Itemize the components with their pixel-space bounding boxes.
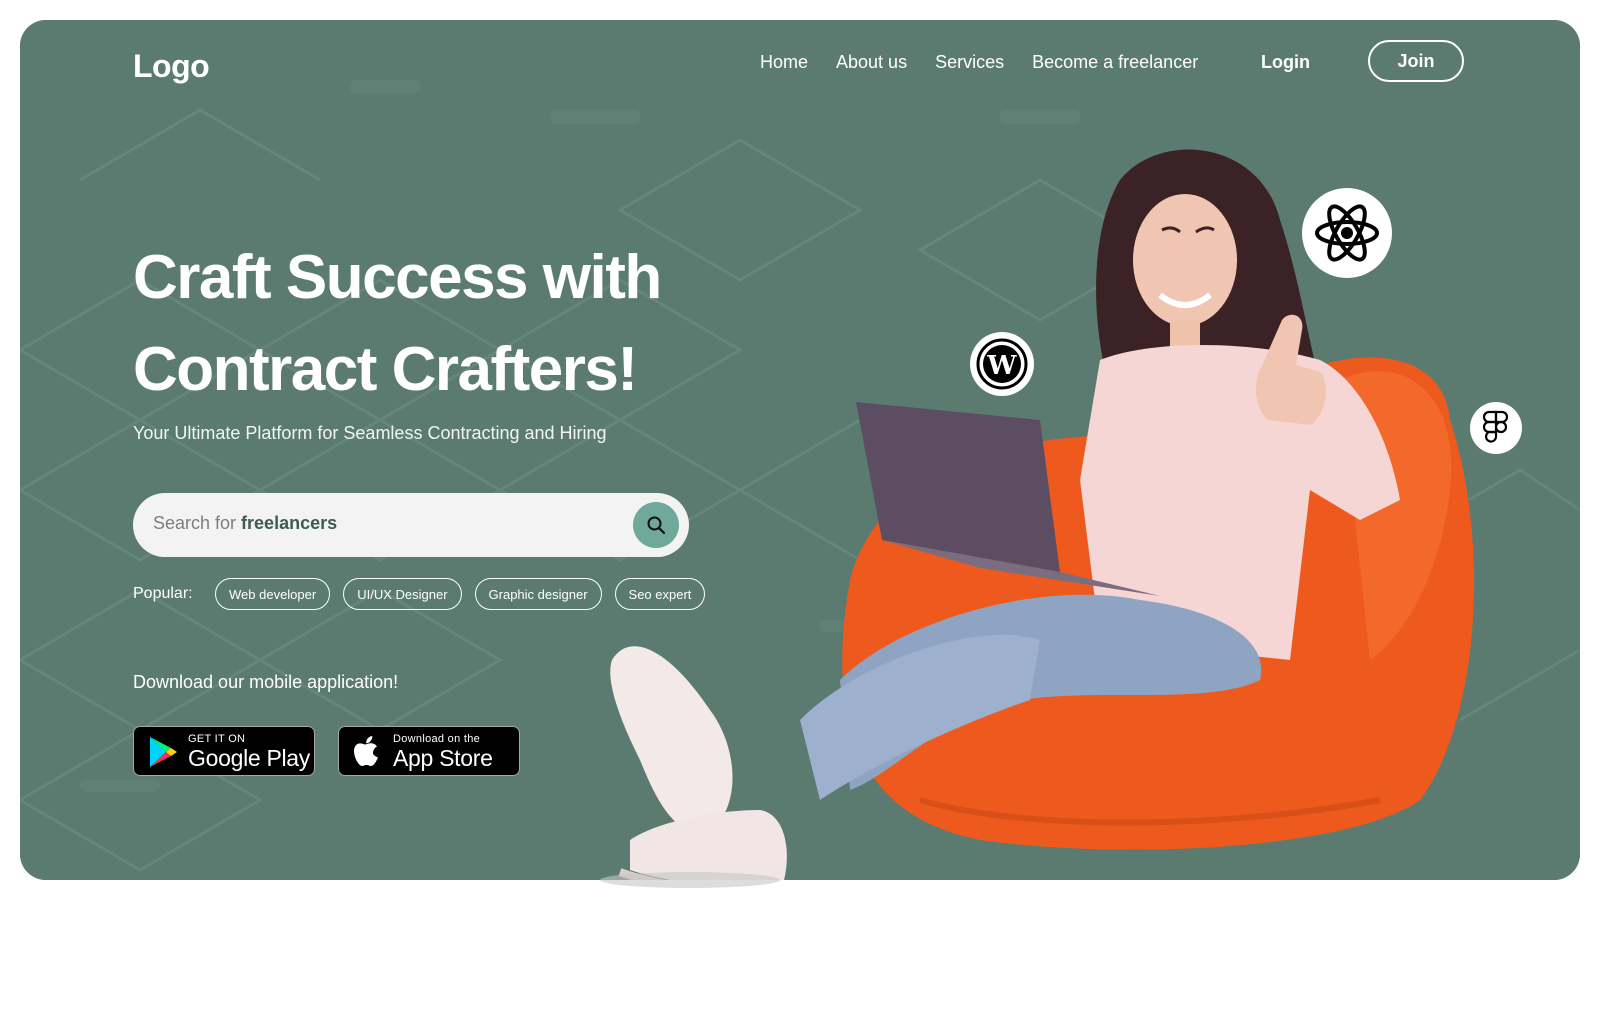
chip-ui-ux-designer[interactable]: UI/UX Designer (343, 578, 462, 610)
logo[interactable]: Logo (133, 48, 210, 85)
search-placeholder-prefix: Search for (153, 513, 242, 533)
join-button[interactable]: Join (1368, 40, 1464, 82)
nav-link-services[interactable]: Services (935, 52, 1004, 73)
chip-web-developer[interactable]: Web developer (215, 578, 331, 610)
nav-link-about-us[interactable]: About us (836, 52, 907, 73)
search-placeholder-keyword: freelancers (241, 513, 338, 533)
google-play-small-text: GET IT ON (188, 733, 246, 745)
app-store-button[interactable]: Download on the App Store (338, 726, 520, 776)
popular-chips: Web developer UI/UX Designer Graphic des… (215, 578, 706, 610)
headline-line-1: Craft Success with (133, 243, 662, 312)
google-play-big-text: Google Play (188, 745, 310, 771)
nav-link-home[interactable]: Home (760, 52, 808, 73)
app-store-small-text: Download on the (393, 733, 481, 745)
figma-icon (1470, 402, 1522, 454)
popular-label: Popular: (133, 585, 193, 602)
hero-headline: Craft Success with Contract Crafters! (133, 232, 833, 416)
wordpress-icon: W (970, 332, 1034, 396)
hero-subtitle: Your Ultimate Platform for Seamless Cont… (133, 423, 607, 443)
chip-graphic-designer[interactable]: Graphic designer (474, 578, 602, 610)
app-store-big-text: App Store (393, 745, 493, 771)
search-icon (647, 516, 666, 535)
nav-link-become-freelancer[interactable]: Become a freelancer (1032, 52, 1198, 73)
search-bar[interactable]: Search for freelancers (133, 493, 689, 557)
google-play-button[interactable]: GET IT ON Google Play (133, 726, 315, 776)
react-icon (1302, 188, 1392, 278)
search-input[interactable]: Search for freelancers (153, 513, 337, 534)
svg-text:W: W (986, 351, 1017, 381)
google-play-icon (150, 737, 177, 767)
search-button[interactable] (633, 502, 679, 548)
main-nav: Home About us Services Become a freelanc… (760, 52, 1198, 73)
shoe-shadow (600, 872, 780, 888)
headline-line-2: Contract Crafters! (133, 335, 638, 404)
chip-seo-expert[interactable]: Seo expert (614, 578, 706, 610)
download-label: Download our mobile application! (133, 672, 399, 692)
hero-section: W Logo Home About us Services Become a f… (20, 20, 1580, 880)
login-link[interactable]: Login (1261, 52, 1310, 73)
apple-icon (354, 736, 378, 766)
